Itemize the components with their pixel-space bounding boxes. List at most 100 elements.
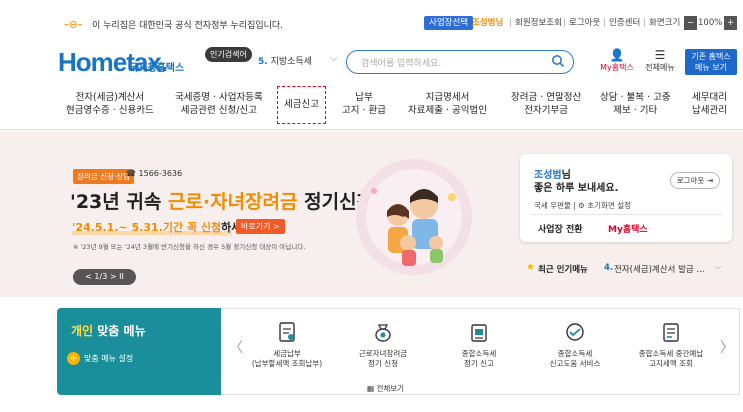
view-all-label: 전체보기 <box>376 384 405 393</box>
hero-period-highlight: '24.5.1.~ 5.31.기간 꼭 신청 <box>72 221 222 234</box>
classic-menu-button[interactable]: 기존 홈택스 메뉴 보기 <box>685 49 737 75</box>
zoom-level: 100% <box>698 18 723 28</box>
nav-e-invoice[interactable]: 전자(세금)계산서 현금영수증 · 신용카드 <box>66 91 154 117</box>
member-info-link[interactable]: 회원정보조회 <box>515 16 562 30</box>
service-sublabel: 고지세액 조회 <box>649 359 693 368</box>
nav-payment[interactable]: 납부고지 · 환급 <box>342 91 386 117</box>
my-hometax-label: My홈택스 <box>600 63 634 72</box>
view-all-button[interactable]: ▦ 전체보기 <box>367 383 404 394</box>
business-select-button[interactable]: 사업장선택 <box>424 16 474 30</box>
personal-menu-panel: 개인 맞춤 메뉴 + 맞춤 메뉴 설정 <box>57 308 221 395</box>
popular-menu-item: 전자(세금)계산서 발급 ... <box>614 265 705 275</box>
service-income-tax-filing[interactable]: 종합소득세 정기 신고 <box>433 321 525 369</box>
user-name-link[interactable]: 조성범님 <box>472 16 503 30</box>
all-menu-label: 전체메뉴 <box>645 63 675 72</box>
nav-tax-agent[interactable]: 세무대리납세관리 <box>692 91 727 117</box>
plus-icon: + <box>67 352 80 365</box>
goto-button[interactable]: 바로가기 > <box>236 219 285 234</box>
hero-title-highlight: 근로·자녀장려금 <box>167 191 298 213</box>
chevron-down-icon[interactable]: ⌵ <box>330 53 338 64</box>
popular-menu-bar[interactable]: ★ 최근 인기메뉴 4. 전자(세금)계산서 발급 ... ⌵ <box>520 256 732 282</box>
service-income-tax-help[interactable]: 종합소득세 신고도움 서비스 <box>529 321 621 369</box>
service-incentive-apply[interactable]: 근로자녀장려금 정기 신청 <box>337 321 429 369</box>
hero-banner: 장려금 신청·상담 ☎ 1566-3636 '23년 귀속 근로·자녀장려금 정… <box>0 131 743 297</box>
nav-label: 세무대리 <box>692 92 727 103</box>
nav-sublabel: 제보 · 기타 <box>613 105 658 116</box>
handshake-icon <box>566 323 584 341</box>
divider: | <box>643 18 646 28</box>
cert-center-link[interactable]: 인증센터 <box>609 16 640 30</box>
star-icon: ★ <box>526 262 535 273</box>
logo-name: 국세청홈택스 <box>129 63 185 74</box>
chevron-down-icon[interactable]: ⌵ <box>715 262 721 272</box>
divider: | <box>509 18 512 28</box>
service-tax-payment[interactable]: 세금납부 (납부할세액 조회납부) <box>241 321 333 369</box>
nav-label: 지급명세서 <box>425 92 470 103</box>
nav-certificates[interactable]: 국세증명 · 사업자등록세금관련 신청/신고 <box>175 91 263 117</box>
nav-tax-filing[interactable]: 세금신고 <box>277 86 326 124</box>
hero-badge: 장려금 신청·상담 <box>73 169 135 184</box>
my-hometax-button[interactable]: 👤 My홈택스 <box>596 48 638 73</box>
personal-settings-label: 맞춤 메뉴 설정 <box>84 354 134 363</box>
nav-incentives[interactable]: 장려금 · 연말정산 전자기부금 <box>511 91 581 117</box>
search-icon[interactable] <box>551 54 565 68</box>
service-interim-tax-lookup[interactable]: 종합소득세 중간예납 고지세액 조회 <box>625 321 717 369</box>
banner-pager[interactable]: < 1/3 > II <box>73 269 136 285</box>
gov-notice: 이 누리집은 대한민국 공식 전자정부 누리집입니다. <box>92 21 284 31</box>
hero-note: ※ '23년 9월 또는 '24년 3월에 반기신청을 하신 경우 5월 정기신… <box>73 243 306 251</box>
user-card: 조성범님 좋은 하루 보내세요. 로그아웃 ⇥ 국세 우편물 | ⚙ 초기화면 … <box>520 154 732 242</box>
nav-label: 국세증명 · 사업자등록 <box>175 92 263 103</box>
hero-phone: ☎ 1566-3636 <box>126 169 183 178</box>
document-icon <box>279 322 295 342</box>
quick-services: 〈 세금납부 (납부할세액 조회납부) 근로자녀장려금 정기 신청 종합소득세 … <box>221 308 740 395</box>
nav-label: 세금신고 <box>284 99 319 110</box>
personal-menu-title: 개인 맞춤 메뉴 <box>71 322 146 339</box>
personal-menu-settings-button[interactable]: + 맞춤 메뉴 설정 <box>67 352 133 365</box>
divider: | <box>563 18 566 28</box>
logout-link[interactable]: 로그아웃 <box>569 16 600 30</box>
service-sublabel: (납부할세액 조회납부) <box>251 359 323 368</box>
personal-title-pre: 개인 <box>71 324 94 338</box>
popular-menu-rank: 4. <box>604 263 614 273</box>
user-greeting: 좋은 하루 보내세요. <box>534 183 619 194</box>
personal-title-post: 맞춤 메뉴 <box>93 324 146 338</box>
top-utility-bar: -⊖- 이 누리집은 대한민국 공식 전자정부 누리집입니다. 사업장선택 조성… <box>0 0 743 40</box>
classic-line2: 메뉴 보기 <box>695 63 727 72</box>
nav-sublabel: 자료제출 · 공익법인 <box>408 105 487 116</box>
nav-label: 장려금 · 연말정산 <box>511 92 582 103</box>
nav-payment-statement[interactable]: 지급명세서자료제출 · 공익법인 <box>408 91 487 117</box>
gov-mark-icon: -⊖- <box>64 18 83 31</box>
user-card-links[interactable]: 국세 우편물 | ⚙ 초기화면 설정 <box>534 200 631 211</box>
zoom-out-button[interactable]: − <box>684 16 698 30</box>
all-menu-button[interactable]: ☰ 전체메뉴 <box>641 48 679 73</box>
divider <box>530 214 722 215</box>
nav-consulting[interactable]: 상담 · 불복 · 고충 제보 · 기타 <box>600 91 671 117</box>
search-placeholder: 검색어를 입력하세요. <box>361 59 442 69</box>
service-label: 세금납부 <box>273 349 301 358</box>
service-sublabel: 정기 신고 <box>464 359 494 368</box>
global-nav: 전자(세금)계산서 현금영수증 · 신용카드 국세증명 · 사업자등록세금관련 신… <box>0 86 743 130</box>
bill-icon <box>663 323 679 342</box>
popular-search-term[interactable]: 5. 지방소득세 <box>258 54 312 67</box>
hero-title: '23년 귀속 근로·자녀장려금 정기신청 <box>70 187 374 214</box>
zoom-in-button[interactable]: + <box>724 16 738 30</box>
nav-sublabel: 고지 · 환급 <box>342 105 387 116</box>
nav-sublabel: 납세관리 <box>692 105 727 116</box>
header: Hometax. 국세청홈택스 인기검색어 5. 지방소득세 ⌵ 검색어를 입력… <box>0 40 743 86</box>
divider: | <box>603 18 606 28</box>
service-sublabel: 정기 신청 <box>368 359 398 368</box>
logout-button[interactable]: 로그아웃 ⇥ <box>669 172 720 189</box>
search-input[interactable]: 검색어를 입력하세요. <box>346 50 574 74</box>
hero-title-pre: '23년 귀속 <box>70 191 168 213</box>
screen-size-label: 화면크기 <box>649 18 681 28</box>
popular-menu-title: 최근 인기메뉴 <box>538 265 588 275</box>
hometax-logo[interactable]: Hometax. 국세청홈택스 <box>58 47 184 77</box>
popular-rank: 5. <box>258 57 268 67</box>
popular-term: 지방소득세 <box>270 57 312 67</box>
nav-label: 납부 <box>355 92 373 103</box>
chevron-right-icon[interactable]: 〉 <box>720 337 734 357</box>
my-hometax-link[interactable]: My홈택스 <box>608 222 648 235</box>
classic-line1: 기존 홈택스 <box>691 52 731 61</box>
business-switch-link[interactable]: 사업장 전환 <box>538 222 583 235</box>
nav-sublabel: 세금관련 신청/신고 <box>180 105 257 116</box>
